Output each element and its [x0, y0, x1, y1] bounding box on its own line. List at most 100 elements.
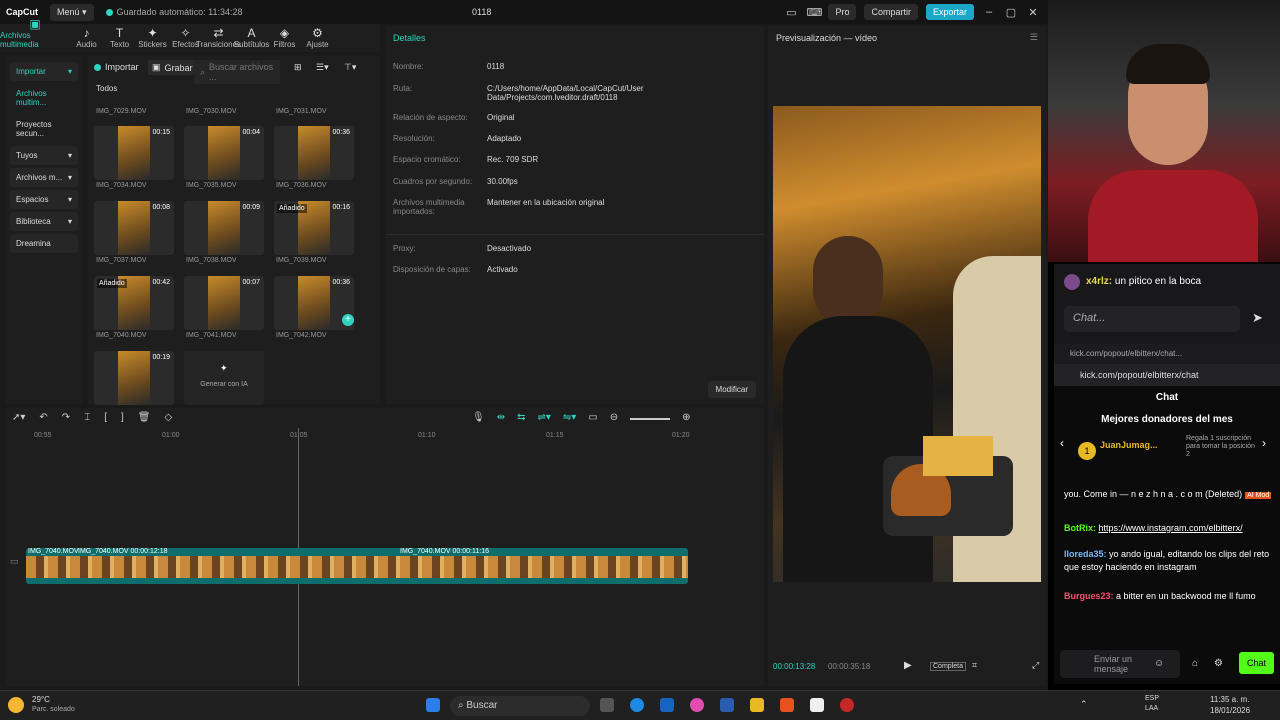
filter-icon[interactable]: ⊤▾ — [344, 62, 356, 73]
copilot-icon[interactable] — [690, 698, 704, 712]
modify-button[interactable]: Modificar — [707, 381, 756, 398]
select-icon[interactable]: ➚▾ — [12, 412, 25, 423]
pro-button[interactable]: Pro — [828, 4, 857, 20]
clock-time[interactable]: 11:35 a. m. — [1210, 695, 1249, 704]
import-menu[interactable]: Importar ▾ — [10, 62, 78, 81]
tool-3[interactable]: ✦ Stickers — [136, 26, 169, 52]
media-thumbnail[interactable]: 00:04 — [184, 126, 264, 180]
emoji-icon[interactable]: ☺ — [1154, 658, 1164, 669]
search-input[interactable]: ⌕ Buscar archivos ... — [194, 60, 280, 84]
lang-layout[interactable]: LAA — [1145, 705, 1158, 712]
maximize-icon[interactable]: ▢ — [1004, 6, 1018, 19]
tool-6[interactable]: A Subtítulos — [233, 26, 270, 52]
video-track[interactable]: IMG_7040.MOV IMG_7040.MOV 00:00:12:18 IM… — [26, 548, 688, 584]
redo-icon[interactable]: ↷ — [62, 412, 70, 423]
sidebar-item-files[interactable]: Archivos m... ▾ — [10, 168, 78, 187]
duration: 00:36 — [332, 279, 350, 286]
detail-label: Disposición de capas: — [393, 265, 471, 274]
ruler-tick: 01:20 — [672, 432, 690, 439]
tool-2[interactable]: T Texto — [103, 26, 136, 52]
zoom-out-icon[interactable]: ⊖ — [610, 412, 618, 423]
clock-date[interactable]: 18/01/2026 — [1210, 706, 1250, 715]
tool-label: Subtítulos — [233, 40, 270, 49]
media-thumbnail[interactable]: 00:15 — [94, 126, 174, 180]
windows-start-icon[interactable] — [426, 698, 440, 712]
gift-icon[interactable]: ⌂ — [1192, 658, 1198, 669]
sidebar-item-spaces[interactable]: Espacios ▾ — [10, 190, 78, 209]
chevron-left-icon[interactable]: ‹ — [1060, 436, 1064, 450]
export-button[interactable]: Exportar — [925, 4, 974, 20]
zoom-in-icon[interactable]: ⊕ — [682, 412, 690, 423]
store-icon[interactable] — [720, 698, 734, 712]
media-thumbnail[interactable]: 00:16 Añadido — [274, 201, 354, 255]
capcut-taskbar-icon[interactable] — [810, 698, 824, 712]
play-icon[interactable]: ▶ — [904, 660, 912, 671]
record-icon: ▣ — [152, 62, 161, 72]
generate-ai-button[interactable]: ✦ Generar con IA — [184, 351, 264, 405]
crop-icon[interactable]: ⌗ — [972, 660, 977, 671]
import-button[interactable]: Importar — [94, 62, 139, 72]
delete-icon[interactable]: 🗑 — [138, 412, 151, 423]
preview-axis-icon[interactable]: ⇋▾ — [563, 412, 576, 423]
media-thumbnail[interactable]: 00:19 — [94, 351, 174, 405]
media-thumbnail[interactable]: 00:07 — [184, 276, 264, 330]
snap-icon[interactable]: ⇌▾ — [537, 412, 550, 423]
view-grid-icon[interactable]: ⊞ — [294, 62, 302, 73]
media-thumbnail[interactable]: 00:09 — [184, 201, 264, 255]
magnet-icon[interactable]: ⇆ — [517, 412, 525, 423]
trim-right-icon[interactable]: ] — [121, 412, 124, 423]
chevron-up-icon[interactable]: ⌃ — [1080, 699, 1088, 710]
menu-icon[interactable]: ☰ — [1030, 32, 1038, 43]
sidebar-item-library[interactable]: Biblioteca ▾ — [10, 212, 78, 231]
kick-chat-button[interactable]: Chat — [1238, 652, 1274, 674]
kick-url-bar[interactable]: kick.com/popout/elbitterx/chat — [1054, 364, 1280, 386]
edge-icon[interactable] — [630, 698, 644, 712]
chrome-icon[interactable] — [840, 698, 854, 712]
chevron-right-icon[interactable]: › — [1262, 436, 1266, 450]
tool-1[interactable]: ♪ Audio — [70, 26, 103, 52]
full-button[interactable]: Completa — [930, 662, 966, 671]
sidebar-item-secondary-projects[interactable]: Proyectos secun... — [10, 115, 78, 143]
explorer-icon[interactable] — [750, 698, 764, 712]
sidebar-item-media[interactable]: Archivos multim... — [10, 84, 78, 112]
zoom-slider[interactable] — [630, 418, 671, 420]
tool-5[interactable]: ⇄ Transiciones — [196, 26, 241, 52]
fullscreen-icon[interactable]: ⤢ — [1032, 660, 1039, 671]
mic-icon[interactable]: 🎙 — [472, 412, 485, 423]
settings-icon[interactable]: ⚙ — [1214, 658, 1223, 669]
sort-icon[interactable]: ☰▾ — [316, 62, 329, 73]
send-icon[interactable]: ➤ — [1252, 310, 1263, 326]
chat-username: Burgues23: — [1064, 591, 1114, 601]
undo-icon[interactable]: ↶ — [39, 412, 47, 423]
media-thumbnail[interactable]: 00:08 — [94, 201, 174, 255]
share-button[interactable]: Compartir — [864, 4, 918, 20]
shortcuts-icon[interactable]: ⌨ — [806, 6, 822, 19]
media-thumbnail[interactable]: 00:42 Añadido — [94, 276, 174, 330]
lang-code[interactable]: ESP — [1145, 695, 1159, 702]
caption-icon[interactable]: ▭ — [588, 412, 597, 423]
link-icon[interactable]: ⇹ — [497, 412, 505, 423]
taskbar-search[interactable]: ⌕ Buscar — [450, 696, 590, 716]
sidebar-item-dreamina[interactable]: Dreamina — [10, 234, 78, 253]
app-icon[interactable] — [660, 698, 674, 712]
trim-left-icon[interactable]: [ — [104, 412, 107, 423]
minimize-icon[interactable]: – — [982, 6, 996, 18]
media-thumbnail[interactable]: 00:36 — [274, 126, 354, 180]
add-to-timeline-icon[interactable]: + — [342, 314, 354, 326]
tool-0[interactable]: ▣ Archivos multimedia — [0, 17, 70, 52]
tool-label: Efectos — [172, 40, 199, 49]
layout-icon[interactable]: ▭ — [784, 6, 798, 19]
tool-7[interactable]: ◈ Filtros — [268, 26, 301, 52]
record-button[interactable]: ▣ Grabar — [148, 60, 197, 75]
shield-icon[interactable]: ◇ — [164, 412, 172, 423]
brave-icon[interactable] — [780, 698, 794, 712]
split-icon[interactable]: ⌶ — [84, 412, 90, 423]
all-filter[interactable]: Todos — [96, 84, 117, 93]
tool-8[interactable]: ⚙ Ajuste — [301, 26, 334, 52]
sidebar-item-yours[interactable]: Tuyos ▾ — [10, 146, 78, 165]
capcut-logo: CapCut — [6, 7, 38, 17]
top-donor-name[interactable]: JuanJumag... — [1100, 440, 1158, 450]
chat-input[interactable]: Chat... — [1064, 306, 1240, 332]
task-view-icon[interactable] — [600, 698, 614, 712]
close-icon[interactable]: ✕ — [1026, 6, 1040, 19]
